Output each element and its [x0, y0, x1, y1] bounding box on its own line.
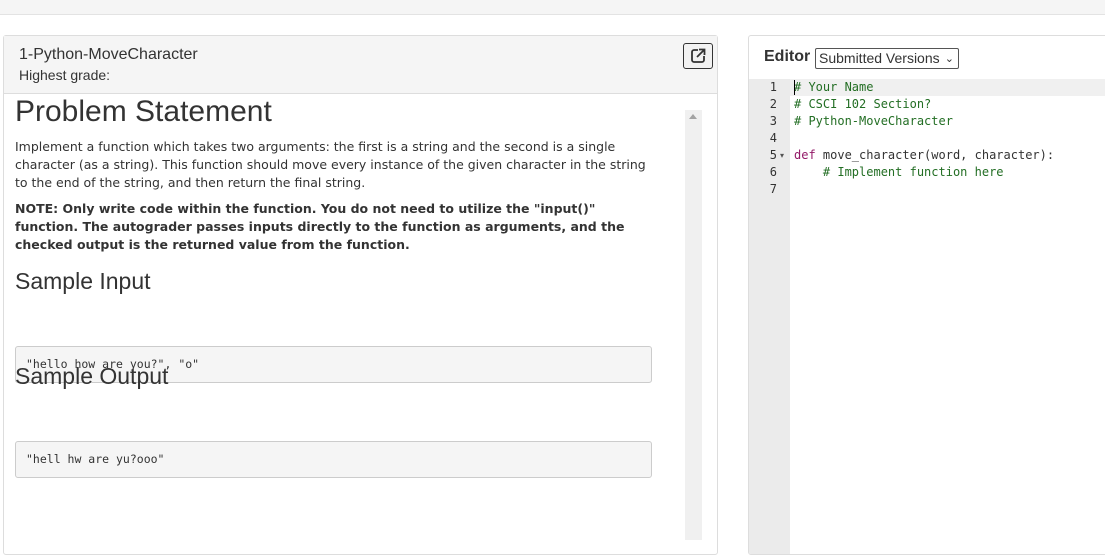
- line-number: 2: [769, 97, 777, 111]
- problem-statement-heading: Problem Statement: [15, 95, 272, 128]
- sample-input-heading: Sample Input: [15, 268, 151, 294]
- editor-label: Editor: [764, 48, 811, 65]
- popout-button[interactable]: [683, 43, 713, 69]
- problem-note: NOTE: Only write code within the functio…: [15, 201, 625, 252]
- line-number-gutter: 1 2 3 4 5 ▾ 6 7: [749, 79, 790, 554]
- problem-scrollbar[interactable]: [685, 110, 702, 540]
- line-number: 7: [769, 182, 777, 196]
- line-number: 4: [769, 131, 777, 145]
- sample-output-box: "hell hw are yu?ooo": [15, 441, 652, 478]
- problem-panel-header: 1-Python-MoveCharacter Highest grade:: [4, 36, 717, 94]
- line-number: 5: [769, 148, 777, 162]
- arrow-up-icon[interactable]: [689, 114, 697, 119]
- code-line[interactable]: # Your Name: [794, 80, 873, 94]
- external-link-icon: [691, 48, 706, 63]
- line-number: 6: [769, 165, 777, 179]
- code-line[interactable]: def move_character(word, character):: [794, 148, 1054, 162]
- code-line[interactable]: # Implement function here: [794, 165, 1004, 179]
- problem-title: 1-Python-MoveCharacter: [19, 46, 198, 63]
- editor-panel: Editor Submitted Versions ⌄ 1 2 3 4 5 ▾ …: [748, 35, 1105, 555]
- text-cursor: [794, 80, 795, 95]
- fold-caret-icon[interactable]: ▾: [780, 151, 784, 160]
- code-line[interactable]: # Python-MoveCharacter: [794, 114, 953, 128]
- version-select-value: Submitted Versions: [819, 50, 940, 66]
- code-keyword: def: [794, 148, 816, 162]
- problem-description: Implement a function which takes two arg…: [15, 139, 646, 190]
- top-bar: [0, 0, 1105, 15]
- code-text: move_character(word, character):: [815, 148, 1055, 162]
- line-number: 3: [769, 114, 777, 128]
- version-select[interactable]: Submitted Versions ⌄: [815, 48, 959, 69]
- chevron-down-icon: ⌄: [944, 53, 954, 65]
- highest-grade-label: Highest grade:: [19, 67, 111, 83]
- sample-output-heading: Sample Output: [15, 363, 169, 389]
- line-number: 1: [769, 80, 777, 94]
- code-line[interactable]: # CSCI 102 Section?: [794, 97, 931, 111]
